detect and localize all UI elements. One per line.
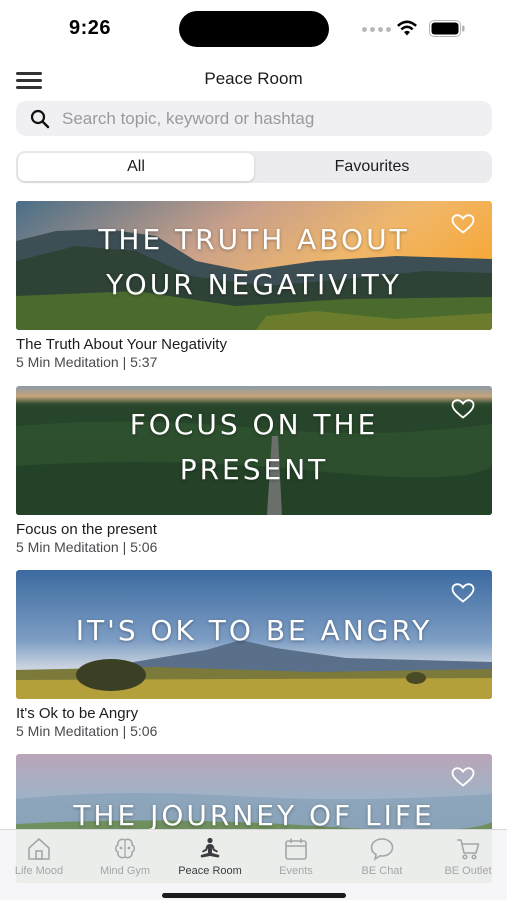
segment-all[interactable]: All	[18, 153, 254, 181]
card-meta: 5 Min Meditation | 5:06	[16, 539, 158, 555]
card-thumbnail: FOCUS ON THE PRESENT	[16, 386, 492, 515]
filter-segmented-control: All Favourites	[16, 151, 492, 183]
card-overlay-title: FOCUS ON THE	[129, 408, 379, 441]
heart-icon[interactable]	[451, 583, 475, 603]
meditation-card[interactable]: THE TRUTH ABOUT YOUR NEGATIVITY The Trut…	[16, 201, 492, 370]
card-title: Focus on the present	[16, 521, 157, 538]
card-title: It's Ok to be Angry	[16, 705, 139, 722]
header: Peace Room	[0, 62, 507, 98]
calendar-icon	[285, 838, 307, 860]
tab-life-mood[interactable]: Life Mood	[0, 836, 81, 877]
page-title: Peace Room	[204, 69, 303, 88]
tab-label: Life Mood	[14, 865, 64, 877]
segment-favourites[interactable]: Favourites	[254, 153, 490, 181]
meditation-card[interactable]: FOCUS ON THE PRESENT Focus on the presen…	[16, 386, 492, 555]
card-thumbnail: THE TRUTH ABOUT YOUR NEGATIVITY	[16, 201, 492, 330]
heart-icon[interactable]	[451, 767, 475, 787]
card-meta: 5 Min Meditation | 5:06	[16, 723, 158, 739]
chat-bubble-icon	[370, 838, 394, 861]
tab-label: BE Chat	[361, 865, 403, 877]
meditation-icon	[200, 837, 220, 858]
tab-label: BE Outlet	[444, 865, 492, 877]
card-overlay-title: PRESENT	[179, 453, 329, 486]
tab-label: Peace Room	[178, 865, 242, 877]
wifi-icon	[397, 20, 417, 36]
cart-icon	[457, 839, 480, 860]
card-title: The Truth About Your Negativity	[16, 336, 227, 353]
card-overlay-title: IT'S OK TO BE ANGRY	[75, 614, 433, 647]
status-time: 9:26	[69, 17, 112, 39]
meditation-card[interactable]: IT'S OK TO BE ANGRY It's Ok to be Angry …	[16, 570, 492, 739]
cellular-signal-icon	[362, 27, 391, 32]
card-overlay-title: THE TRUTH ABOUT	[98, 223, 410, 256]
tab-bar: Life Mood Mind Gym Peace Room Events BE …	[0, 829, 507, 900]
dynamic-island	[179, 11, 329, 47]
heart-icon[interactable]	[451, 399, 475, 419]
tab-label: Events	[279, 865, 313, 877]
tab-label: Mind Gym	[99, 865, 151, 877]
search-input[interactable]	[62, 101, 482, 136]
card-meta: 5 Min Meditation | 5:37	[16, 354, 158, 370]
tab-be-outlet[interactable]: BE Outlet	[426, 836, 507, 877]
status-bar: 9:26	[0, 0, 507, 60]
battery-icon	[429, 20, 465, 37]
card-overlay-title: YOUR NEGATIVITY	[106, 268, 402, 301]
card-thumbnail: IT'S OK TO BE ANGRY	[16, 570, 492, 699]
tab-mind-gym[interactable]: Mind Gym	[83, 836, 167, 877]
search-box[interactable]	[16, 101, 492, 136]
home-icon	[28, 838, 50, 860]
tab-events[interactable]: Events	[254, 836, 338, 877]
tab-be-chat[interactable]: BE Chat	[340, 836, 424, 877]
home-indicator	[162, 893, 346, 898]
search-icon	[30, 109, 50, 129]
tab-peace-room[interactable]: Peace Room	[168, 836, 252, 877]
heart-icon[interactable]	[451, 214, 475, 234]
brain-icon	[115, 838, 135, 859]
